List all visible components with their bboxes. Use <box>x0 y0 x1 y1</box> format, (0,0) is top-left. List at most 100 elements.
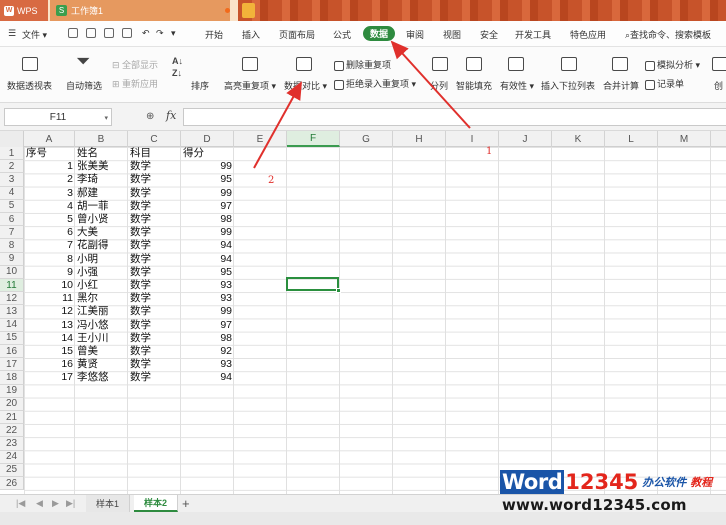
create-group-button[interactable]: 创 <box>714 79 723 92</box>
tab-data[interactable]: 数据 <box>363 26 396 41</box>
selected-cell-f11[interactable] <box>286 277 339 291</box>
column-header-h[interactable]: H <box>393 131 446 147</box>
cell-name[interactable]: 胡一菲 <box>75 200 128 213</box>
formula-input[interactable] <box>183 108 726 126</box>
row-header-4[interactable]: 4 <box>0 186 24 200</box>
cell-id[interactable]: 10 <box>24 279 75 292</box>
cell-id[interactable]: 16 <box>24 358 75 371</box>
cell-subject[interactable]: 数学 <box>128 319 181 332</box>
cell-id[interactable]: 14 <box>24 332 75 345</box>
cell-subject[interactable]: 数学 <box>128 292 181 305</box>
cell-score[interactable]: 99 <box>181 305 234 318</box>
cell-score[interactable]: 93 <box>181 292 234 305</box>
reject-duplicates-button[interactable]: 拒绝录入重复项 ▾ <box>334 77 416 90</box>
cell-subject[interactable]: 数学 <box>128 160 181 173</box>
name-box-dropdown-icon[interactable]: ▾ <box>104 114 108 122</box>
cell-subject[interactable]: 数学 <box>128 173 181 186</box>
validity-button[interactable]: 有效性 ▾ <box>500 79 534 92</box>
cell-id[interactable]: 5 <box>24 213 75 226</box>
cell-name[interactable]: 李琦 <box>75 173 128 186</box>
header-cell-score[interactable]: 得分 <box>181 147 234 160</box>
file-menu[interactable]: 文件 ▾ <box>22 28 47 41</box>
cell-score[interactable]: 94 <box>181 239 234 252</box>
row-header-26[interactable]: 26 <box>0 477 24 491</box>
sheet-tab-1[interactable]: 样本1 <box>86 495 131 512</box>
cell-id[interactable]: 15 <box>24 345 75 358</box>
tab-home[interactable]: 开始 <box>205 28 223 41</box>
cell-name[interactable]: 江美丽 <box>75 305 128 318</box>
cell-subject[interactable]: 数学 <box>128 187 181 200</box>
row-header-15[interactable]: 15 <box>0 331 24 345</box>
simulation-button[interactable]: 模拟分析 ▾ <box>645 58 700 71</box>
cell-score[interactable]: 99 <box>181 187 234 200</box>
column-header-e[interactable]: E <box>234 131 287 147</box>
add-sheet-button[interactable]: + <box>182 496 190 511</box>
cell-name[interactable]: 曾小贤 <box>75 213 128 226</box>
row-header-14[interactable]: 14 <box>0 318 24 332</box>
cell-subject[interactable]: 数学 <box>128 345 181 358</box>
reapply-button[interactable]: ⊞ 重新应用 <box>112 77 158 90</box>
cell-name[interactable]: 小明 <box>75 253 128 266</box>
prev-sheet-icon[interactable]: ◀ <box>36 498 43 509</box>
column-header-c[interactable]: C <box>128 131 181 147</box>
row-header-3[interactable]: 3 <box>0 173 24 187</box>
row-header-6[interactable]: 6 <box>0 213 24 227</box>
row-header-20[interactable]: 20 <box>0 397 24 411</box>
data-compare-button[interactable]: 数据对比 ▾ <box>284 79 327 92</box>
cell-id[interactable]: 1 <box>24 160 75 173</box>
quick-access-dropdown-icon[interactable]: ▾ <box>171 28 176 39</box>
cell-name[interactable]: 李悠悠 <box>75 371 128 384</box>
split-columns-button[interactable]: 分列 <box>430 79 448 92</box>
cell-name[interactable]: 冯小悠 <box>75 319 128 332</box>
column-header-i[interactable]: I <box>446 131 499 147</box>
highlight-duplicates-button[interactable]: 高亮重复项 ▾ <box>224 79 276 92</box>
tab-page-layout[interactable]: 页面布局 <box>279 28 315 41</box>
row-header-17[interactable]: 17 <box>0 358 24 372</box>
column-header-g[interactable]: G <box>340 131 393 147</box>
tab-review[interactable]: 审阅 <box>406 28 424 41</box>
cell-score[interactable]: 97 <box>181 200 234 213</box>
first-sheet-icon[interactable]: |◀ <box>16 498 25 509</box>
cell-subject[interactable]: 数学 <box>128 239 181 252</box>
undo-icon[interactable]: ↶ <box>142 28 150 39</box>
cell-score[interactable]: 98 <box>181 332 234 345</box>
cell-subject[interactable]: 数学 <box>128 279 181 292</box>
row-header-22[interactable]: 22 <box>0 424 24 438</box>
column-header-a[interactable]: A <box>24 131 75 147</box>
cell-subject[interactable]: 数学 <box>128 200 181 213</box>
cell-score[interactable]: 99 <box>181 160 234 173</box>
next-sheet-icon[interactable]: ▶ <box>52 498 59 509</box>
column-header-b[interactable]: B <box>75 131 128 147</box>
redo-icon[interactable]: ↷ <box>156 28 164 39</box>
save-icon[interactable] <box>68 28 78 38</box>
cell-name[interactable]: 黄贤 <box>75 358 128 371</box>
cell-name[interactable]: 曾美 <box>75 345 128 358</box>
cell-score[interactable]: 98 <box>181 213 234 226</box>
cell-id[interactable]: 9 <box>24 266 75 279</box>
document-tab[interactable]: S 工作簿1 <box>50 0 230 21</box>
column-header-f[interactable]: F <box>287 131 340 147</box>
last-sheet-icon[interactable]: ▶| <box>66 498 75 509</box>
row-header-10[interactable]: 10 <box>0 265 24 279</box>
header-cell-subject[interactable]: 科目 <box>128 147 181 160</box>
row-header-23[interactable]: 23 <box>0 437 24 451</box>
cell-name[interactable]: 黑尔 <box>75 292 128 305</box>
row-header-21[interactable]: 21 <box>0 411 24 425</box>
cell-id[interactable]: 12 <box>24 305 75 318</box>
cell-id[interactable]: 2 <box>24 173 75 186</box>
cell-score[interactable]: 93 <box>181 279 234 292</box>
cell-name[interactable]: 大美 <box>75 226 128 239</box>
autofilter-button[interactable]: 自动筛选 <box>66 79 102 92</box>
skin-icon[interactable] <box>242 3 255 18</box>
tab-featured[interactable]: 特色应用 <box>570 28 606 41</box>
consolidate-button[interactable]: 合并计算 <box>603 79 639 92</box>
row-header-24[interactable]: 24 <box>0 450 24 464</box>
select-all-corner[interactable] <box>0 131 24 147</box>
header-cell-name[interactable]: 姓名 <box>75 147 128 160</box>
pivot-table-button[interactable]: 数据透视表 <box>7 79 52 92</box>
cell-name[interactable]: 郝建 <box>75 187 128 200</box>
cell-id[interactable]: 7 <box>24 239 75 252</box>
show-all-button[interactable]: ⊟ 全部显示 <box>112 58 158 71</box>
cell-id[interactable]: 4 <box>24 200 75 213</box>
search-command[interactable]: ⌕查找命令、搜索模板 <box>625 28 711 41</box>
